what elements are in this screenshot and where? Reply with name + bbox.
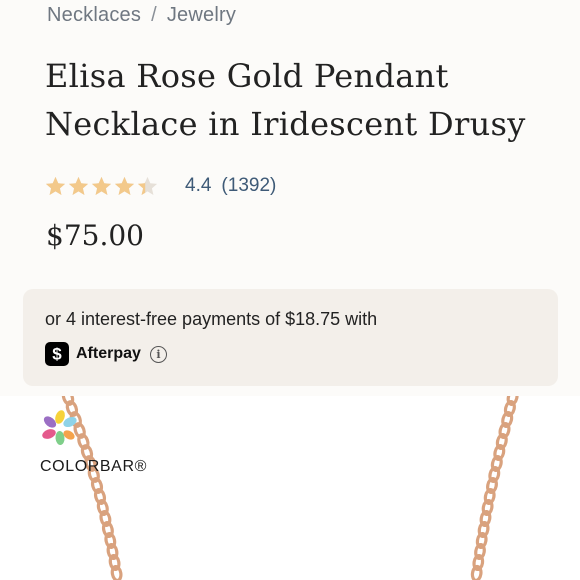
afterpay-logo-icon: $ [45,342,69,366]
star-rating [44,175,159,198]
chain-link [110,564,123,580]
svg-text:$: $ [52,345,62,363]
star-icon [68,176,89,195]
product-page: Necklaces / Jewelry Elisa Rose Gold Pendan… [0,0,580,580]
chain-right [470,396,519,580]
breadcrumb-item-jewelry[interactable]: Jewelry [167,4,236,26]
colorbar-watermark-text: COLORBAR® [40,458,147,475]
breadcrumb-separator: / [151,4,157,26]
colorbar-watermark: COLORBAR® [40,408,180,478]
product-title-line-1: Elisa Rose Gold Pendant [45,57,449,95]
breadcrumb-item-necklaces[interactable]: Necklaces [47,4,141,26]
product-title: Elisa Rose Gold Pendant Necklace in Irid… [45,52,545,148]
star-icon [91,176,112,195]
breadcrumb: Necklaces / Jewelry [47,4,236,27]
info-icon[interactable]: i [149,345,167,363]
star-icon [45,176,66,195]
product-title-line-2: Necklace in Iridescent Drusy [45,105,526,143]
chain-link [470,564,483,580]
product-price: $75.00 [46,219,144,252]
afterpay-installment-text: or 4 interest-free payments of $18.75 wi… [45,309,378,329]
product-rating[interactable]: 4.4 (1392) [44,172,276,200]
star-icon [114,176,135,195]
afterpay-brand: $ Afterpay i [45,342,167,366]
rating-value: 4.4 [185,175,212,196]
afterpay-name: Afterpay [76,345,141,362]
star-icon [137,176,158,195]
review-count-link[interactable]: (1392) [221,175,276,197]
colorbar-logo-icon [42,410,77,445]
afterpay-banner: or 4 interest-free payments of $18.75 wi… [23,289,558,386]
